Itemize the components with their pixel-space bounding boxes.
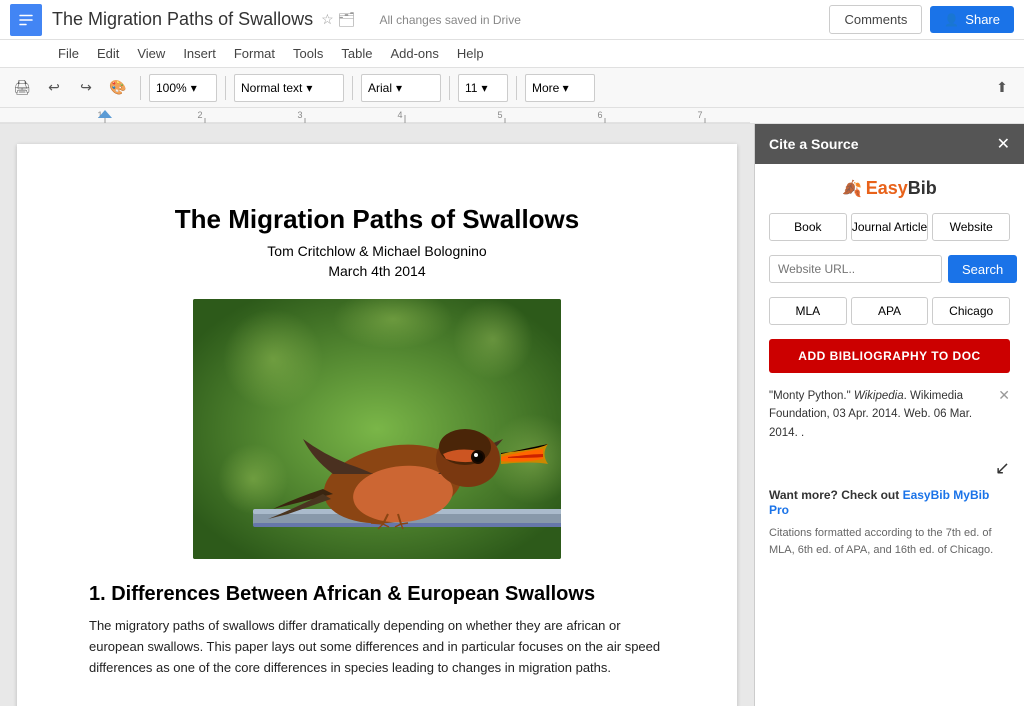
add-bibliography-button[interactable]: ADD BIBLIOGRAPHY TO DOC [769, 339, 1010, 373]
citations-note: Citations formatted according to the 7th… [769, 525, 1010, 558]
toolbar-divider-4 [449, 76, 450, 100]
svg-text:4: 4 [397, 110, 402, 120]
citation-remove-button[interactable]: ✕ [998, 387, 1010, 404]
document-title: The Migration Paths of Swallows [89, 204, 665, 235]
panel-title: Cite a Source [769, 136, 858, 152]
cite-source-panel: Cite a Source ✕ 🍂 EasyBib BookJournal Ar… [754, 124, 1024, 706]
menu-item-addons[interactable]: Add-ons [382, 44, 446, 63]
url-row: Search [769, 255, 1010, 283]
section-heading: 1. Differences Between African & Europea… [89, 583, 665, 606]
svg-text:6: 6 [597, 110, 602, 120]
menu-item-view[interactable]: View [129, 44, 173, 63]
doc-title: The Migration Paths of Swallows [52, 9, 313, 30]
panel-close-button[interactable]: ✕ [997, 134, 1010, 154]
zoom-select[interactable]: 100% ▾ [149, 74, 217, 102]
source-tab-book[interactable]: Book [769, 213, 847, 241]
zoom-chevron: ▾ [191, 81, 197, 95]
source-tab-website[interactable]: Website [932, 213, 1010, 241]
app-icon [10, 4, 42, 36]
size-chevron: ▾ [481, 81, 487, 95]
style-chevron: ▾ [306, 81, 312, 95]
toolbar-divider-2 [225, 76, 226, 100]
ruler: 1 2 3 4 5 6 7 [0, 108, 1024, 124]
redo-button[interactable]: ↪ [72, 74, 100, 102]
document-author: Tom Critchlow & Michael Bolognino [89, 243, 665, 259]
citation-style-tabs: MLAAPAChicago [769, 297, 1010, 325]
url-input[interactable] [769, 255, 942, 283]
more-options[interactable]: More ▾ [525, 74, 595, 102]
font-size-select[interactable]: 11 ▾ [458, 74, 508, 102]
source-type-tabs: BookJournal ArticleWebsite [769, 213, 1010, 241]
paint-format-button[interactable]: 🎨 [104, 74, 132, 102]
document-page: The Migration Paths of Swallows Tom Crit… [17, 144, 737, 706]
menu-item-edit[interactable]: Edit [89, 44, 127, 63]
toolbar-divider-5 [516, 76, 517, 100]
share-icon: 👤 [944, 13, 959, 27]
bird-image [193, 299, 561, 559]
autosave-status: All changes saved in Drive [379, 13, 520, 27]
citation-text: "Monty Python." Wikipedia. Wikimedia Fou… [769, 390, 972, 439]
star-icon[interactable]: ☆ [321, 11, 334, 28]
collapse-toolbar-button[interactable]: ⬆ [988, 74, 1016, 102]
menu-item-format[interactable]: Format [226, 44, 283, 63]
font-select[interactable]: Arial ▾ [361, 74, 441, 102]
print-button[interactable]: 🖨 [8, 74, 36, 102]
citation-style-tab-apa[interactable]: APA [851, 297, 929, 325]
menu-item-tools[interactable]: Tools [285, 44, 331, 63]
menu-item-insert[interactable]: Insert [175, 44, 224, 63]
toolbar-divider-3 [352, 76, 353, 100]
text-style-select[interactable]: Normal text ▾ [234, 74, 344, 102]
svg-text:7: 7 [697, 110, 702, 120]
want-more-section: Want more? Check out EasyBib MyBib Pro [769, 487, 1010, 517]
search-button[interactable]: Search [948, 255, 1017, 283]
comments-button[interactable]: Comments [829, 5, 922, 34]
menu-item-file[interactable]: File [50, 44, 87, 63]
document-area: The Migration Paths of Swallows Tom Crit… [0, 124, 754, 706]
share-button[interactable]: 👤 Share [930, 6, 1014, 33]
source-tab-journal-article[interactable]: Journal Article [851, 213, 929, 241]
svg-text:2: 2 [197, 110, 202, 120]
menu-item-help[interactable]: Help [449, 44, 492, 63]
section-text: The migratory paths of swallows differ d… [89, 616, 665, 678]
folder-icon[interactable]: 🗂 [338, 11, 356, 28]
toolbar-divider-1 [140, 76, 141, 100]
menu-item-table[interactable]: Table [333, 44, 380, 63]
document-date: March 4th 2014 [89, 263, 665, 279]
svg-text:5: 5 [497, 110, 502, 120]
easybib-logo: 🍂 EasyBib [769, 178, 1010, 199]
citation-style-tab-mla[interactable]: MLA [769, 297, 847, 325]
svg-text:3: 3 [297, 110, 302, 120]
want-more-label: Want more? Check out EasyBib MyBib Pro [769, 488, 989, 517]
undo-button[interactable]: ↩ [40, 74, 68, 102]
citation-style-tab-chicago[interactable]: Chicago [932, 297, 1010, 325]
font-chevron: ▾ [396, 81, 402, 95]
citation-entry: "Monty Python." Wikipedia. Wikimedia Fou… [769, 387, 1010, 442]
panel-header: Cite a Source ✕ [755, 124, 1024, 164]
